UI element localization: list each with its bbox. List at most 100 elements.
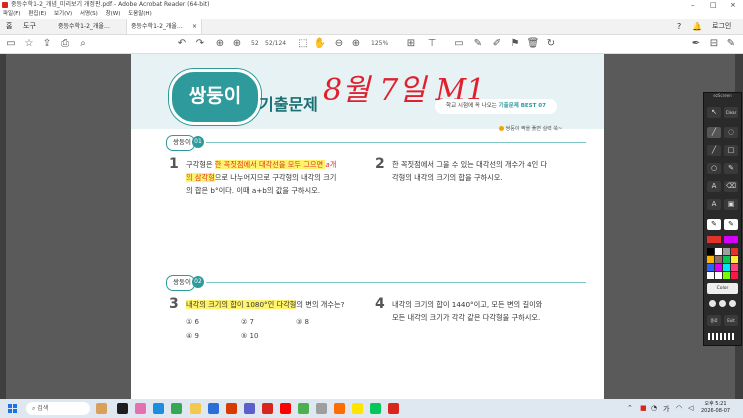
search-icon[interactable]: ⌕ [76, 35, 90, 53]
brush-size-medium[interactable] [719, 300, 726, 307]
text-tool-icon[interactable]: A [707, 181, 721, 192]
bookmark-star-icon[interactable]: ☆ [22, 35, 36, 53]
word-icon[interactable] [208, 403, 219, 414]
color-swatch[interactable] [731, 264, 738, 271]
highlighter-tool-icon[interactable]: ✎ [724, 163, 738, 174]
more-tools-icon[interactable]: ⊟ [707, 35, 721, 53]
powerpoint-icon[interactable] [226, 403, 237, 414]
choice-5[interactable]: ⑤ 10 [241, 332, 258, 340]
minimize-button[interactable]: – [691, 0, 695, 10]
pen-white-icon[interactable]: ✎ [707, 219, 721, 230]
rotate-icon[interactable]: ↻ [544, 35, 558, 53]
taskbar-clock[interactable]: 오후 5:21 2026-08-07 [701, 401, 730, 415]
color-swatch[interactable] [724, 236, 738, 243]
select-cursor-icon[interactable]: ⬚ [296, 35, 310, 53]
color-swatch[interactable] [723, 272, 730, 279]
youtube-icon[interactable] [280, 403, 291, 414]
color-swatch[interactable] [731, 256, 738, 263]
edit-tools-icon[interactable]: ✎ [724, 35, 738, 53]
brush-size-large[interactable] [729, 300, 736, 307]
redo-icon[interactable]: ↷ [193, 35, 207, 53]
choice-4[interactable]: ④ 9 [186, 332, 199, 340]
draw-icon[interactable]: ✐ [490, 35, 504, 53]
color-swatch[interactable] [707, 248, 714, 255]
chrome-icon[interactable] [171, 403, 182, 414]
tray-network-icon[interactable]: ◔ [651, 404, 657, 412]
undo-icon[interactable]: ↶ [175, 35, 189, 53]
color-swatch[interactable] [715, 248, 722, 255]
color-swatch[interactable] [707, 264, 714, 271]
acrobat-reader-icon[interactable] [388, 403, 399, 414]
wifi-icon[interactable]: ◠ [676, 404, 682, 412]
app-icon[interactable] [298, 403, 309, 414]
choice-2[interactable]: ② 7 [241, 318, 254, 326]
comment-icon[interactable]: ▭ [452, 35, 466, 53]
choice-3[interactable]: ③ 8 [296, 318, 309, 326]
highlight-pen-icon[interactable]: ✎ [471, 35, 485, 53]
acrobat-taskbar-icon[interactable] [262, 403, 273, 414]
rectangle-tool-icon[interactable]: □ [724, 145, 738, 156]
color-swatch[interactable] [723, 248, 730, 255]
text-style-icon[interactable]: A [707, 199, 721, 210]
zoom-out-icon[interactable]: ⊖ [332, 35, 346, 53]
help-icon[interactable]: ? [677, 19, 681, 34]
color-swatch[interactable] [731, 248, 738, 255]
scroll-mode-icon[interactable]: ⊤ [425, 35, 439, 53]
clear-button[interactable]: Clear [724, 107, 738, 118]
widgets-icon[interactable] [96, 403, 107, 414]
pointer-tool-icon[interactable]: ↖ [707, 107, 721, 118]
maximize-button[interactable]: □ [710, 0, 717, 10]
close-window-button[interactable]: × [730, 0, 736, 10]
print-icon[interactable]: ⎙ [58, 35, 72, 53]
edge-icon[interactable] [153, 403, 164, 414]
page-number-input[interactable]: 52 [251, 35, 259, 53]
taskbar-search-box[interactable]: ⌕ 검색 [26, 402, 90, 415]
tab-tools[interactable]: 도구 [19, 19, 40, 34]
tray-keyboard-icon[interactable]: 가 [663, 404, 669, 414]
color-swatch[interactable] [723, 256, 730, 263]
fit-page-icon[interactable]: ⊞ [404, 35, 418, 53]
line-tool-icon[interactable]: ╱ [707, 145, 721, 156]
brush-size-small[interactable] [709, 300, 716, 307]
tray-app-icon[interactable]: ■ [640, 404, 647, 412]
tab-home[interactable]: 홈 [2, 19, 16, 34]
color-swatch[interactable] [715, 272, 722, 279]
stamp-icon[interactable]: ⚑ [508, 35, 522, 53]
circle-tool-icon[interactable]: ○ [707, 163, 721, 174]
notifications-icon[interactable]: 🔔 [692, 19, 702, 34]
color-picker-button[interactable]: Color [707, 283, 738, 294]
tab-document-2[interactable]: 중등수학1-2_개울… × [126, 19, 202, 34]
choice-1[interactable]: ① 6 [186, 318, 199, 326]
menu-edit[interactable]: 편집(E) [28, 10, 46, 19]
capture-icon[interactable]: ▣ [724, 199, 738, 210]
dotted-circle-icon[interactable]: ◌ [724, 127, 738, 138]
naver-icon[interactable] [370, 403, 381, 414]
zoom-in-icon[interactable]: ⊕ [349, 35, 363, 53]
tray-arrow-icon[interactable]: ⌃ [627, 404, 633, 412]
hand-tool-icon[interactable]: ✋ [313, 35, 327, 53]
kakaotalk-icon[interactable] [352, 403, 363, 414]
app-icon[interactable] [334, 403, 345, 414]
zoom-level-dropdown[interactable]: 125% [371, 35, 388, 53]
share-icon[interactable]: ⇪ [40, 35, 54, 53]
previous-page-icon[interactable]: ⊕ [213, 35, 227, 53]
menu-view[interactable]: 보기(V) [54, 10, 72, 19]
exit-button[interactable]: Exit [724, 315, 738, 326]
quit-button[interactable]: 종료 [707, 315, 721, 326]
color-swatch[interactable] [715, 264, 722, 271]
color-swatch[interactable] [731, 272, 738, 279]
pen-tool-icon[interactable]: ╱ [707, 127, 721, 138]
fill-sign-icon[interactable]: ✒ [689, 35, 703, 53]
app-icon[interactable] [316, 403, 327, 414]
next-page-icon[interactable]: ⊕ [230, 35, 244, 53]
copilot-icon[interactable] [135, 403, 146, 414]
palette-header[interactable]: ezScreen [704, 93, 741, 99]
eraser-tool-icon[interactable]: ⌫ [724, 181, 738, 192]
color-swatch[interactable] [707, 272, 714, 279]
color-swatch[interactable] [723, 264, 730, 271]
color-swatch[interactable] [715, 256, 722, 263]
login-button[interactable]: 로그인 [712, 19, 731, 34]
menu-help[interactable]: 도움말(H) [128, 10, 152, 19]
task-view-icon[interactable] [117, 403, 128, 414]
file-explorer-icon[interactable] [190, 403, 201, 414]
